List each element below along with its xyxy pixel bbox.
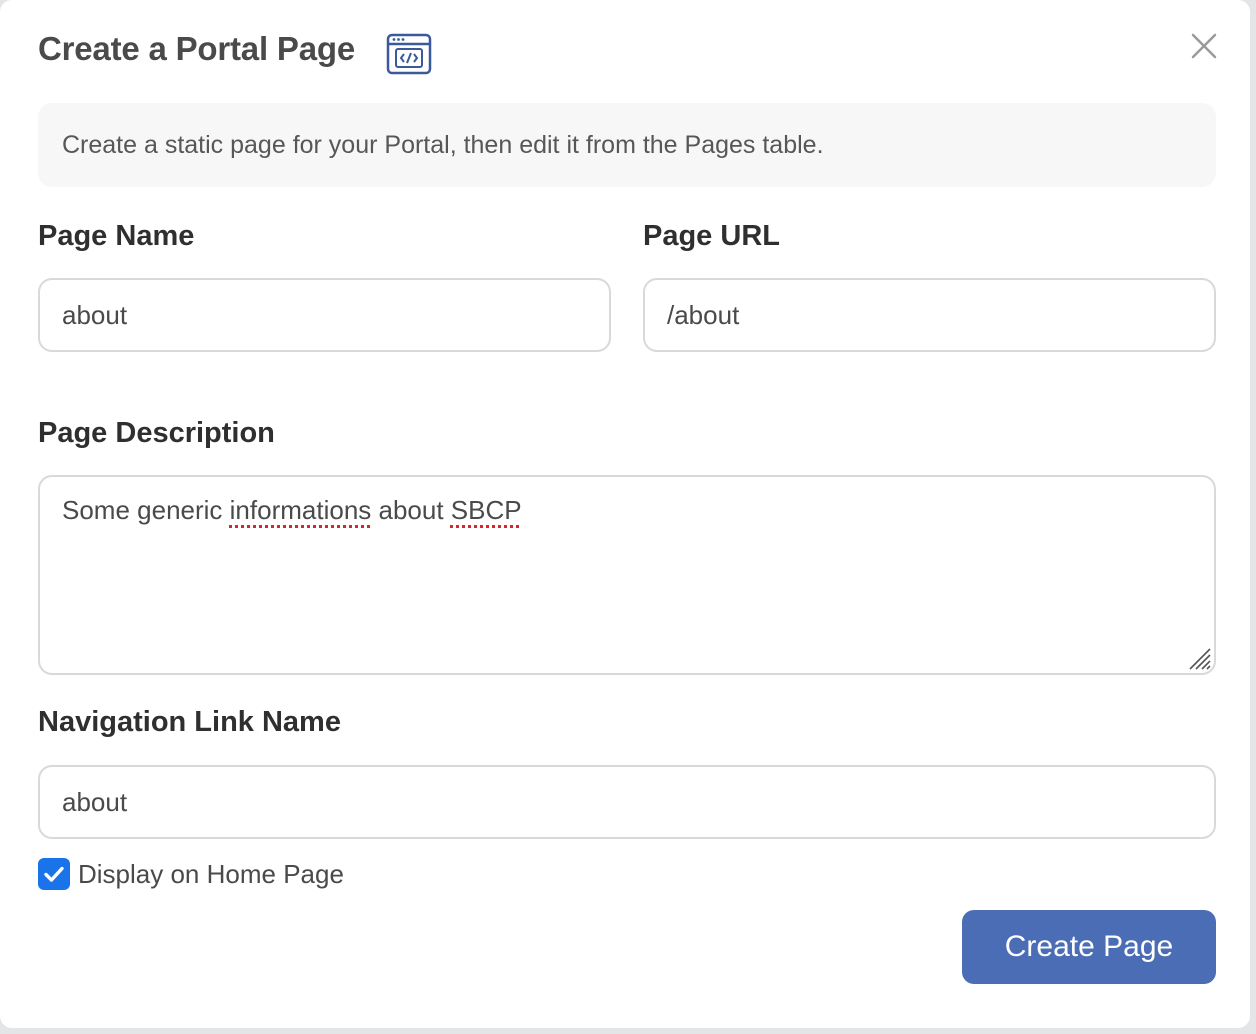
- spellcheck-word: SBCP: [450, 495, 522, 525]
- page-description-textarea[interactable]: Some generic informations about SBCP: [38, 475, 1216, 675]
- page-description-label: Page Description: [38, 417, 275, 449]
- browser-code-icon: [386, 33, 432, 75]
- page-name-label: Page Name: [38, 220, 195, 252]
- spellcheck-word: informations: [229, 495, 372, 525]
- nav-link-name-label: Navigation Link Name: [38, 706, 341, 738]
- create-page-button[interactable]: Create Page: [962, 910, 1216, 984]
- close-icon[interactable]: [1186, 30, 1220, 64]
- page-name-input[interactable]: about: [38, 278, 611, 352]
- create-portal-page-dialog: Create a Portal Page Create a static pag…: [0, 0, 1250, 1028]
- dialog-title: Create a Portal Page: [38, 30, 355, 67]
- page-url-input[interactable]: /about: [643, 278, 1216, 352]
- checkmark-icon: [44, 866, 64, 882]
- nav-link-name-input[interactable]: about: [38, 765, 1216, 839]
- description-text-part: about: [371, 495, 451, 525]
- display-on-home-label[interactable]: Display on Home Page: [78, 856, 344, 892]
- page-url-label: Page URL: [643, 220, 780, 252]
- display-on-home-checkbox[interactable]: [38, 858, 70, 890]
- resize-handle-icon[interactable]: [1184, 643, 1212, 671]
- description-text-part: Some generic: [62, 495, 230, 525]
- info-banner: Create a static page for your Portal, th…: [38, 103, 1216, 187]
